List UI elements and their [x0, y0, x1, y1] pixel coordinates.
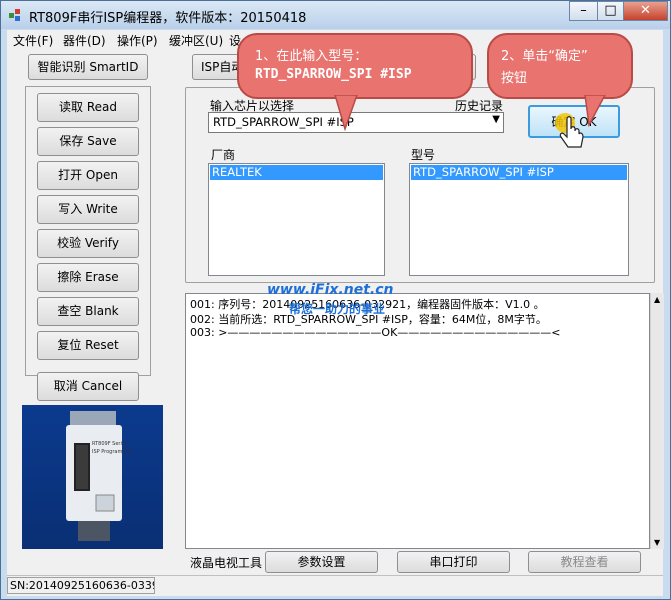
params-settings-button[interactable]: 参数设置 [265, 551, 378, 573]
log-line: 003: >——————————————OK——————————————< [190, 326, 561, 339]
model-listbox[interactable]: RTD_SPARROW_SPI #ISP [409, 163, 629, 276]
smart-identify-button[interactable]: 智能识别 SmartID [28, 54, 148, 80]
scroll-down-icon[interactable]: ▼ [654, 538, 660, 547]
step2-line1: 2、单击“确定” [501, 49, 588, 64]
hand-cursor-icon [555, 113, 584, 148]
step1-callout: 1、在此输入型号： RTD_SPARROW_SPI #ISP [237, 33, 473, 99]
menu-device[interactable]: 器件(D) [63, 32, 106, 49]
serial-print-button[interactable]: 串口打印 [397, 551, 510, 573]
read-button[interactable]: 读取 Read [37, 93, 139, 122]
vendor-label: 厂商 [211, 148, 236, 162]
open-button[interactable]: 打开 Open [37, 161, 139, 190]
menu-file[interactable]: 文件(F) [13, 32, 53, 49]
scroll-up-icon[interactable]: ▲ [654, 295, 660, 304]
step1-line1: 1、在此输入型号： [255, 49, 368, 64]
lcd-tv-tool-label: 液晶电视工具 [190, 556, 263, 570]
menu-operation[interactable]: 操作(P) [117, 32, 158, 49]
title-bar[interactable]: RT809F串行ISP编程器，软件版本：20150418 – □ ✕ [1, 1, 670, 29]
log-scrollbar[interactable]: ▲ ▼ [650, 293, 664, 549]
blank-check-button[interactable]: 查空 Blank [37, 297, 139, 326]
step2-callout: 2、单击“确定” 按钮 [487, 33, 633, 99]
vendor-listbox[interactable]: REALTEK [208, 163, 385, 276]
cancel-button[interactable]: 取消 Cancel [37, 372, 139, 401]
tutorial-button[interactable]: 教程查看 [528, 551, 641, 573]
menu-buffer[interactable]: 缓冲区(U) [169, 32, 223, 49]
close-button[interactable]: ✕ [623, 1, 668, 21]
device-label-2: ISP Programmer [92, 449, 133, 455]
watermark-site: www.iFix.net.cn [267, 282, 394, 298]
verify-button[interactable]: 校验 Verify [37, 229, 139, 258]
app-icon [9, 9, 20, 21]
model-list-item[interactable]: RTD_SPARROW_SPI #ISP [411, 165, 627, 180]
step2-line2: 按钮 [501, 71, 528, 86]
vendor-list-item[interactable]: REALTEK [210, 165, 383, 180]
step1-line2: RTD_SPARROW_SPI #ISP [255, 67, 412, 82]
serial-number-field: SN:20140925160636-0339 [7, 577, 155, 594]
write-button[interactable]: 写入 Write [37, 195, 139, 224]
device-label-1: RT809F Serial [92, 441, 127, 447]
window-title: RT809F串行ISP编程器，软件版本：20150418 [29, 11, 307, 26]
erase-button[interactable]: 擦除 Erase [37, 263, 139, 292]
status-bar: SN:20140925160636-0339 [7, 575, 663, 596]
main-window: RT809F串行ISP编程器，软件版本：20150418 – □ ✕ 文件(F)… [0, 0, 671, 600]
log-output: 001: 序列号：20140925160636-032921，编程器固件版本：V… [185, 293, 650, 549]
maximize-button[interactable]: □ [597, 1, 624, 21]
programmer-device-image [66, 411, 122, 541]
watermark-slogan: 帮您一助力的事业 [289, 302, 386, 316]
dropdown-arrow-icon[interactable]: ▼ [492, 114, 500, 125]
step1-callout-pointer [334, 95, 358, 131]
programmer-device-photo: RT809F Serial ISP Programmer [22, 405, 163, 549]
model-label: 型号 [411, 148, 436, 162]
minimize-button[interactable]: – [569, 1, 598, 21]
save-button[interactable]: 保存 Save [37, 127, 139, 156]
reset-button[interactable]: 复位 Reset [37, 331, 139, 360]
